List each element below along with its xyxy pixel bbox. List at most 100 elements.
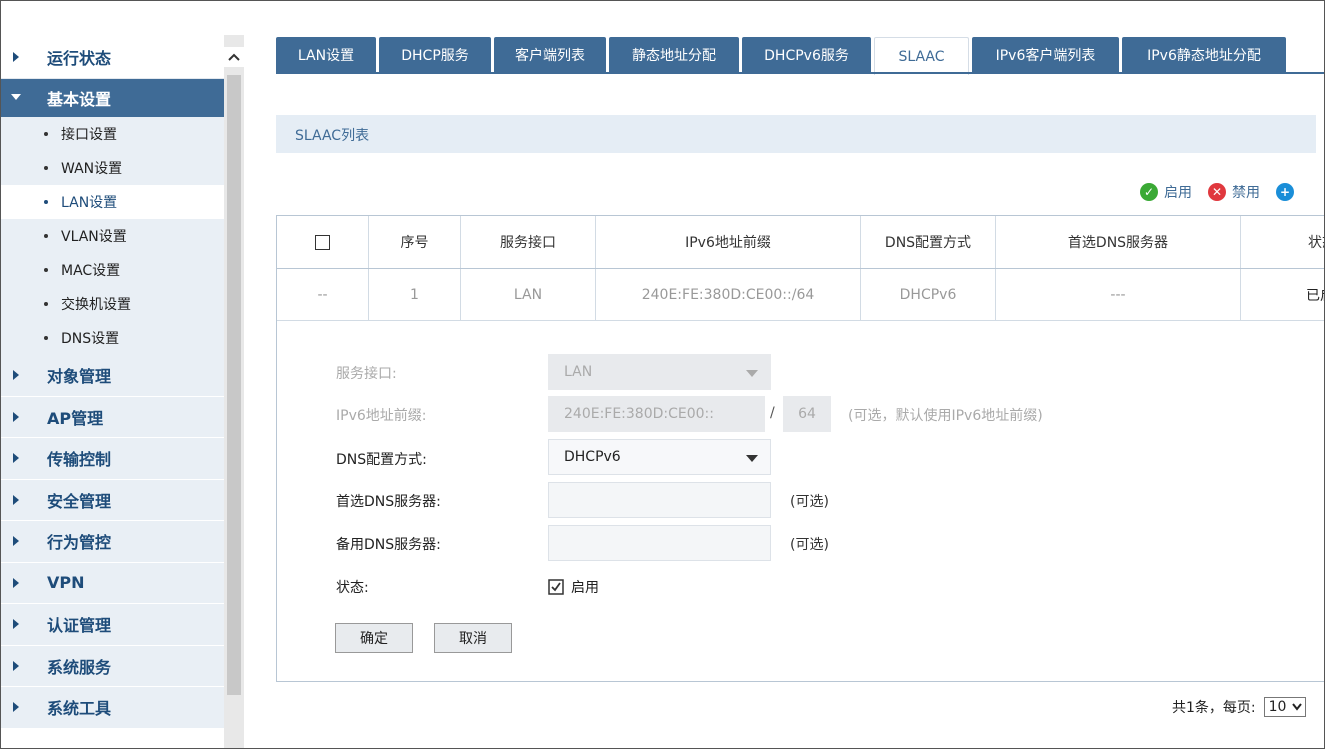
tab-dhcp[interactable]: DHCP服务 <box>379 37 491 73</box>
sidebar-item-label: AP管理 <box>47 408 104 428</box>
prefix-label: IPv6地址前缀: <box>336 408 427 424</box>
row-index: 1 <box>369 269 461 320</box>
sidebar-item-tools[interactable]: 系统工具 <box>1 687 224 729</box>
checkbox-checked-icon[interactable] <box>548 579 564 595</box>
sidebar-item-behavior[interactable]: 行为管控 <box>1 521 224 563</box>
sidebar-item-security[interactable]: 安全管理 <box>1 479 224 521</box>
backup-dns-input[interactable] <box>548 525 771 561</box>
sidebar-subitem-lan[interactable]: LAN设置 <box>1 185 224 219</box>
plus-circle-icon: + <box>1276 183 1294 201</box>
chevron-right-icon <box>13 702 19 713</box>
tab-client-list[interactable]: 客户端列表 <box>494 37 606 73</box>
preferred-dns-hint: (可选) <box>790 494 829 510</box>
select-all-checkbox[interactable] <box>315 234 330 250</box>
sidebar-item-status[interactable]: 运行状态 <box>1 35 224 79</box>
sidebar-item-auth[interactable]: 认证管理 <box>1 604 224 646</box>
dns-mode-select-value: DHCPv6 <box>564 449 621 465</box>
pagination: 共1条，每页: 10 <box>1172 697 1306 717</box>
sidebar-item-objects[interactable]: 对象管理 <box>1 355 224 397</box>
page-size-select[interactable]: 10 <box>1263 697 1306 717</box>
header-select-all[interactable] <box>277 216 369 268</box>
sidebar-subitem-label: DNS设置 <box>61 331 120 347</box>
table-row[interactable]: -- 1 LAN 240E:FE:380D:CE00::/64 DHCPv6 -… <box>277 269 1325 321</box>
sidebar-item-label: 行为管控 <box>47 533 112 553</box>
tab-lan[interactable]: LAN设置 <box>276 37 376 73</box>
cancel-button[interactable]: 取消 <box>434 623 512 653</box>
header-preferred-dns: 首选DNS服务器 <box>996 216 1241 268</box>
add-button[interactable]: + <box>1276 183 1300 201</box>
sidebar-item-basic-settings[interactable]: 基本设置 <box>1 79 224 117</box>
sidebar-item-label: 安全管理 <box>47 491 112 511</box>
sidebar-subitem-mac[interactable]: MAC设置 <box>1 253 224 287</box>
sidebar-subitem-vlan[interactable]: VLAN设置 <box>1 219 224 253</box>
row-interface: LAN <box>461 269 596 320</box>
status-label: 状态: <box>336 580 369 596</box>
header-status: 状态 <box>1241 216 1325 268</box>
backup-dns-label: 备用DNS服务器: <box>336 537 441 553</box>
prefix-input: 240E:FE:380D:CE00:: <box>548 396 765 432</box>
bullet-icon <box>44 132 48 136</box>
row-dns-mode: DHCPv6 <box>861 269 996 320</box>
preferred-dns-input[interactable] <box>548 482 771 518</box>
table-toolbar: ✓ 启用 ✕ 禁用 + <box>1140 182 1316 202</box>
bullet-icon <box>44 166 48 170</box>
chevron-right-icon <box>13 660 19 671</box>
interface-label: 服务接口: <box>336 366 397 382</box>
pagination-summary: 共1条，每页: <box>1172 700 1256 716</box>
prefix-hint: (可选，默认使用IPv6地址前缀) <box>848 408 1043 424</box>
preferred-dns-label: 首选DNS服务器: <box>336 494 441 510</box>
interface-select-value: LAN <box>564 364 593 380</box>
disable-button[interactable]: ✕ 禁用 <box>1208 182 1260 202</box>
prefix-separator: / <box>770 405 775 421</box>
row-status: 已启 <box>1241 269 1325 320</box>
scrollbar-thumb[interactable] <box>227 75 241 695</box>
tab-ipv6-client-list[interactable]: IPv6客户端列表 <box>972 37 1119 73</box>
section-header: SLAAC列表 <box>276 115 1316 153</box>
sidebar-item-label: VPN <box>47 573 85 593</box>
scroll-up-button[interactable] <box>224 47 244 67</box>
chevron-right-icon <box>13 577 19 588</box>
dns-mode-label: DNS配置方式: <box>336 452 427 468</box>
header-index: 序号 <box>369 216 461 268</box>
tab-dhcpv6[interactable]: DHCPv6服务 <box>742 37 871 73</box>
sidebar-subitem-dns[interactable]: DNS设置 <box>1 321 224 355</box>
tab-slaac[interactable]: SLAAC <box>874 37 969 75</box>
table-header: 序号 服务接口 IPv6地址前缀 DNS配置方式 首选DNS服务器 状态 <box>277 216 1325 269</box>
sidebar-subitem-switch[interactable]: 交换机设置 <box>1 287 224 321</box>
sidebar-item-vpn[interactable]: VPN <box>1 562 224 604</box>
sidebar-item-transmission[interactable]: 传输控制 <box>1 438 224 480</box>
enable-label: 启用 <box>1164 185 1192 201</box>
status-enable-toggle[interactable]: 启用 <box>548 577 599 597</box>
enable-button[interactable]: ✓ 启用 <box>1140 182 1192 202</box>
backup-dns-hint: (可选) <box>790 537 829 553</box>
chevron-up-icon <box>228 53 240 61</box>
x-circle-icon: ✕ <box>1208 183 1226 201</box>
sidebar-item-label: 对象管理 <box>47 367 112 387</box>
chevron-right-icon <box>13 536 19 547</box>
prefix-length-input: 64 <box>783 396 831 432</box>
sidebar-item-label: 基本设置 <box>47 90 112 109</box>
chevron-right-icon <box>13 51 19 62</box>
chevron-right-icon <box>13 619 19 630</box>
tab-static-address[interactable]: 静态地址分配 <box>609 37 739 73</box>
section-title: SLAAC列表 <box>295 128 370 144</box>
chevron-down-icon <box>1291 703 1302 711</box>
sidebar-subitem-wan[interactable]: WAN设置 <box>1 151 224 185</box>
dropdown-arrow-icon <box>746 455 758 462</box>
chevron-right-icon <box>13 370 19 381</box>
sidebar-subitem-label: VLAN设置 <box>61 229 127 245</box>
chevron-right-icon <box>13 411 19 422</box>
sidebar: 运行状态 基本设置 接口设置 WAN设置 LAN设置 VLAN设置 MAC设置 … <box>1 35 244 748</box>
sidebar-subitem-interface[interactable]: 接口设置 <box>1 117 224 151</box>
sidebar-subitem-label: MAC设置 <box>61 263 121 279</box>
tab-ipv6-static-address[interactable]: IPv6静态地址分配 <box>1122 37 1286 73</box>
sidebar-item-services[interactable]: 系统服务 <box>1 645 224 687</box>
status-enable-label: 启用 <box>571 580 599 596</box>
dns-mode-select[interactable]: DHCPv6 <box>548 439 771 475</box>
sidebar-item-label: 认证管理 <box>47 616 112 636</box>
bullet-icon <box>44 234 48 238</box>
sidebar-item-ap[interactable]: AP管理 <box>1 396 224 438</box>
ok-button[interactable]: 确定 <box>335 623 413 653</box>
sidebar-subitem-label: WAN设置 <box>61 161 123 177</box>
sidebar-item-label: 传输控制 <box>47 450 112 470</box>
